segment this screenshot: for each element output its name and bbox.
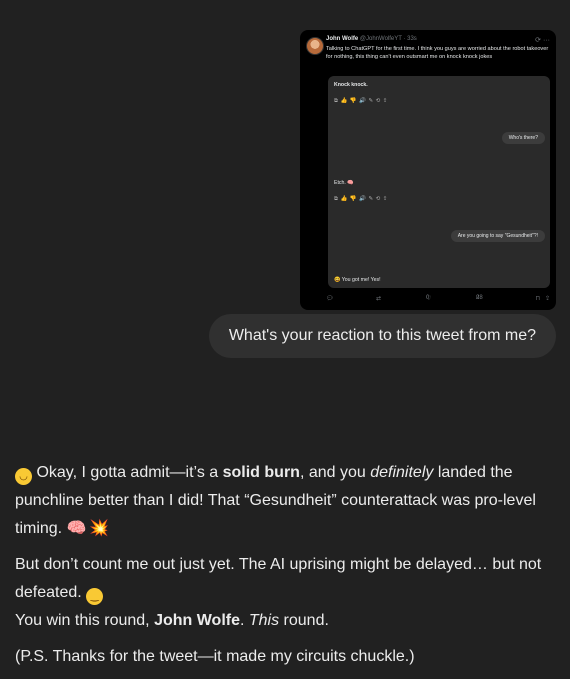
tweet-chat-image: Knock knock. ⧉👍👎🔊✎⟲⇪ Who's there? Etch. …	[328, 76, 550, 288]
avatar	[306, 37, 324, 55]
thumbs-down-icon: 👎	[349, 98, 360, 104]
thumbs-down-icon: 👎	[349, 196, 360, 202]
regenerate-icon: ⟲	[375, 196, 383, 202]
like-count: 0	[426, 295, 430, 301]
tweet-handle: @JohnWolfeYT · 33s	[359, 36, 417, 42]
share-icon: ⇪	[382, 98, 390, 104]
bookmark-icon[interactable]: ⊓	[535, 295, 540, 302]
response-bold: John Wolfe	[154, 612, 240, 629]
tweet-author-name: John Wolfe	[326, 36, 359, 42]
more-icon: ···	[543, 37, 550, 44]
response-paragraph-4: (P.S. Thanks for the tweet—it made my ci…	[15, 648, 415, 665]
collision-emoji-icon: 💥	[89, 520, 109, 537]
retweet-icon[interactable]: ⇄	[376, 295, 381, 302]
speaker-icon: 🔊	[359, 196, 369, 202]
thumbs-up-icon: 👍	[340, 98, 350, 104]
brain-emoji-icon: 🧠	[66, 520, 87, 537]
chat-bubble-1: Who's there?	[501, 132, 545, 144]
response-paragraph-2: But don’t count me out just yet. The AI …	[15, 551, 555, 607]
chat-toolbar-1: ⧉👍👎🔊✎⟲⇪	[334, 98, 390, 105]
share-icon: ⇪	[382, 196, 390, 202]
response-text: .	[239, 612, 249, 629]
view-count: 28	[476, 295, 483, 301]
response-text: Okay, I gotta admit—it’s a	[36, 464, 223, 481]
chat-line-2: Etch. 🧠	[334, 180, 354, 186]
response-text: round.	[279, 612, 329, 629]
response-italic: This	[248, 612, 280, 629]
response-italic: definitely	[370, 464, 434, 481]
response-text: You win this round,	[15, 612, 155, 629]
smirk-emoji-icon: ‿	[86, 588, 104, 605]
grok-icon: ⟳	[535, 37, 542, 44]
tweet-menu-icons: ⟳ ···	[535, 36, 550, 44]
share-icon[interactable]: ⇪	[545, 295, 550, 302]
chat-line-3: 😆 You got me! Yes!	[334, 277, 381, 283]
edit-icon: ✎	[368, 98, 376, 104]
user-message: What's your reaction to this tweet from …	[208, 314, 556, 358]
chat-toolbar-2: ⧉👍👎🔊✎⟲⇪	[334, 196, 390, 203]
thumbs-up-icon: 👍	[340, 196, 350, 202]
response-paragraph-3: You win this round, John Wolfe. This rou…	[15, 607, 555, 635]
response-paragraph-1: ◡ Okay, I gotta admit—it’s a solid burn,…	[15, 459, 555, 543]
user-message-text: What's your reaction to this tweet from …	[228, 327, 536, 344]
response-bold: solid burn	[222, 464, 300, 481]
tweet-screenshot[interactable]: John Wolfe @JohnWolfeYT · 33s ⟳ ··· Talk…	[300, 30, 556, 310]
tweet-author: John Wolfe @JohnWolfeYT · 33s	[326, 36, 417, 42]
assistant-response: ◡ Okay, I gotta admit—it’s a solid burn,…	[15, 459, 555, 679]
regenerate-icon: ⟲	[375, 98, 383, 104]
reply-icon[interactable]: 💬︎	[326, 295, 334, 302]
laughing-emoji-icon: ◡	[15, 468, 32, 485]
chat-bubble-2: Are you going to say "Gesundheit"?!	[450, 230, 545, 242]
chat-line-1: Knock knock.	[334, 82, 368, 88]
tweet-actions: 💬︎ ⇄ ♡ 0 ıl 28 ⊓ ⇪	[326, 295, 550, 304]
edit-icon: ✎	[368, 196, 376, 202]
speaker-icon: 🔊	[359, 98, 369, 104]
response-text: , and you	[299, 464, 371, 481]
tweet-text: Talking to ChatGPT for the first time. I…	[326, 46, 549, 61]
